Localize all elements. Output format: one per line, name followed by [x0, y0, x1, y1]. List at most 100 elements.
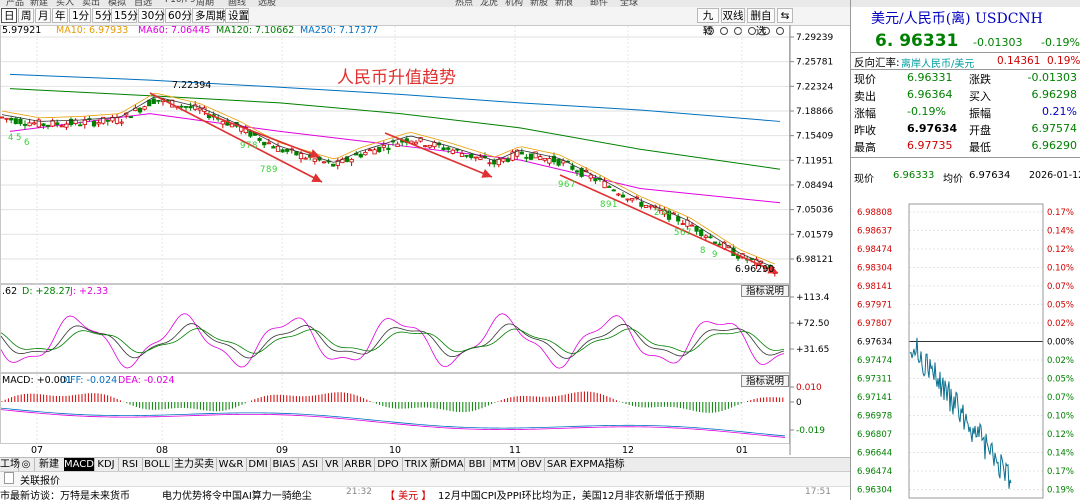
tab-工场[interactable]: 工场 [0, 458, 20, 471]
mini-pct-label: 0.07% [1047, 282, 1074, 292]
tab-主力买卖[interactable]: 主力买卖 [172, 458, 217, 471]
period-7[interactable]: 30分 [138, 8, 165, 23]
candle-body [55, 122, 60, 125]
top-menu-item-6[interactable]: F10/F9 [165, 0, 196, 5]
toolbar-right-button-3[interactable]: ⇆ [777, 8, 793, 23]
mini-y-label: 6.96978 [857, 412, 892, 422]
tab-ASI[interactable]: ASI [298, 458, 323, 471]
top-menu-item-0[interactable]: 产品 [6, 0, 24, 7]
tab-SAR[interactable]: SAR [544, 458, 571, 471]
top-menu-item-11[interactable]: 龙虎 [480, 0, 498, 7]
period-10[interactable]: 设置 [225, 8, 249, 23]
ticker-item-2[interactable]: 电力优势将令中国AI算力一骑绝尘 [162, 487, 312, 501]
period-8[interactable]: 60分 [165, 8, 192, 23]
quote-row-value-1: -0.19% [907, 105, 946, 118]
kline-chart[interactable]: 7.29239 7.25781 7.22324 7.18866 7.15409 7.119… [0, 25, 850, 456]
tab-新建[interactable]: 新建 [34, 458, 65, 471]
top-menu-item-13[interactable]: 新股 [530, 0, 548, 7]
expand-icon[interactable] [4, 472, 14, 484]
tab-TRIX[interactable]: TRIX [402, 458, 431, 471]
top-menu-item-15[interactable]: 邮件 [590, 0, 608, 7]
period-3[interactable]: 年 [52, 8, 68, 23]
candle-body [91, 120, 97, 127]
top-menu-item-1[interactable]: 新建 [30, 0, 48, 7]
tab-DPO[interactable]: DPO [374, 458, 403, 471]
y-tick-label: 7.18866 [796, 107, 833, 117]
tab-BBI[interactable]: BBI [464, 458, 491, 471]
macd-tick-label: 0 [796, 398, 802, 408]
intraday-chart[interactable]: 6.98808 0.17% 6.98637 0.14% 6.98474 0.12% 6.98… [851, 190, 1080, 500]
candle-body [676, 216, 681, 222]
tab-BOLL[interactable]: BOLL [142, 458, 173, 471]
mini-y-label: 6.96807 [857, 430, 892, 440]
news-ticker[interactable]: 市最新访谈：万特是未来货币 电力优势将令中国AI算力一骑绝尘 21:32 【 美… [0, 486, 850, 501]
period-4[interactable]: 1分 [69, 8, 91, 23]
tab-新DMA[interactable]: 新DMA [430, 458, 465, 471]
tab-ARBR[interactable]: ARBR [342, 458, 375, 471]
mini-y-label: 6.98637 [857, 227, 892, 237]
period-1[interactable]: 周 [18, 8, 34, 23]
chart-svg[interactable]: 7.29239 7.25781 7.22324 7.18866 7.15409 7.119… [0, 25, 850, 456]
top-menu-item-2[interactable]: 买入 [56, 0, 74, 7]
td-count-digit: 9 [558, 180, 563, 190]
indicator-help-button[interactable]: 指标说明 [741, 285, 789, 297]
td-count-digit: 3 [660, 208, 665, 218]
candle-body [625, 198, 630, 201]
ticker-item-1[interactable]: 市最新访谈：万特是未来货币 [0, 487, 130, 501]
x-tick-label: 07 [31, 445, 43, 455]
tab-EXPMA指标[interactable]: EXPMA指标 [570, 458, 625, 471]
dea-line [0, 409, 786, 438]
toolbar-right-button-0[interactable]: 九转 [697, 8, 719, 37]
tab-MTM[interactable]: MTM [490, 458, 519, 471]
candle-body [13, 118, 18, 125]
tab-KDJ[interactable]: KDJ [94, 458, 119, 471]
period-5[interactable]: 5分 [92, 8, 112, 23]
mini-pct-label: 0.10% [1047, 412, 1074, 422]
ma10-label: MA10: 6.97933 [56, 25, 129, 36]
top-menu-item-5[interactable]: 自选 [134, 0, 152, 7]
quote-panel: 美元/人民币(离) USDCNH 6. 96331 -0.01303 -0.19… [850, 0, 1080, 500]
mini-y-label: 6.97141 [857, 393, 892, 403]
top-menu-item-7[interactable]: 周期 [196, 0, 214, 7]
period-0[interactable]: 日 [1, 8, 17, 23]
y-tick-label: 7.01579 [796, 230, 833, 240]
top-menu-item-12[interactable]: 机构 [505, 0, 523, 7]
ticker-item-3[interactable]: 12月中国CPI及PPI环比均为正，美国12月非农新增低于预期 [438, 487, 704, 501]
related-quote-label[interactable]: 关联报价 [20, 472, 60, 487]
divider-2 [851, 69, 1080, 70]
reverse-rate-value: 0.14361 [997, 55, 1041, 67]
candle-body [423, 145, 428, 148]
tab-BIAS[interactable]: BIAS [270, 458, 299, 471]
tab-MACD[interactable]: MACD [64, 458, 95, 471]
top-menu-item-3[interactable]: 卖出 [82, 0, 100, 7]
candle-body [377, 146, 382, 153]
candle-body [32, 122, 37, 125]
td-count-digit: 7 [260, 165, 265, 175]
intraday-chart-svg[interactable]: 6.98808 0.17% 6.98637 0.14% 6.98474 0.12% 6.98… [851, 190, 1080, 500]
td-count-digit: 6 [24, 138, 29, 148]
top-menu-item-8[interactable]: 画线 [228, 0, 246, 7]
mini-y-label: 6.98141 [857, 282, 892, 292]
top-menu-item-9[interactable]: 选股 [258, 0, 276, 7]
x-tick-label: 01 [736, 445, 748, 455]
toolbar-right-button-2[interactable]: 删自选 [747, 8, 775, 37]
tab-OBV[interactable]: OBV [518, 458, 545, 471]
quote-row-label-1: 最高 [854, 141, 876, 154]
period-6[interactable]: 15分 [111, 8, 138, 23]
toolbar-right-button-1[interactable]: 双线 [721, 8, 745, 23]
top-menu-item-4[interactable]: 模拟 [108, 0, 126, 7]
period-2[interactable]: 月 [35, 8, 51, 23]
top-menu-item-10[interactable]: 热点 [455, 0, 473, 7]
tab-DMI[interactable]: DMI [246, 458, 271, 471]
tab-RSI[interactable]: RSI [118, 458, 143, 471]
mini-y-label: 6.98304 [857, 264, 892, 274]
tab-W&R[interactable]: W&R [216, 458, 247, 471]
indicator-help-button-2[interactable]: 指标说明 [741, 375, 789, 387]
reverse-rate-name[interactable]: 离岸人民币/美元 [901, 55, 974, 70]
top-menu-item-16[interactable]: 全球 [620, 0, 638, 7]
tab-icon[interactable]: ◎ [18, 458, 35, 471]
tab-VR[interactable]: VR [322, 458, 343, 471]
period-9[interactable]: 多周期 [192, 8, 227, 23]
top-menu-item-14[interactable]: 新浪 [555, 0, 573, 7]
y-tick-label: 6.98121 [796, 255, 833, 265]
